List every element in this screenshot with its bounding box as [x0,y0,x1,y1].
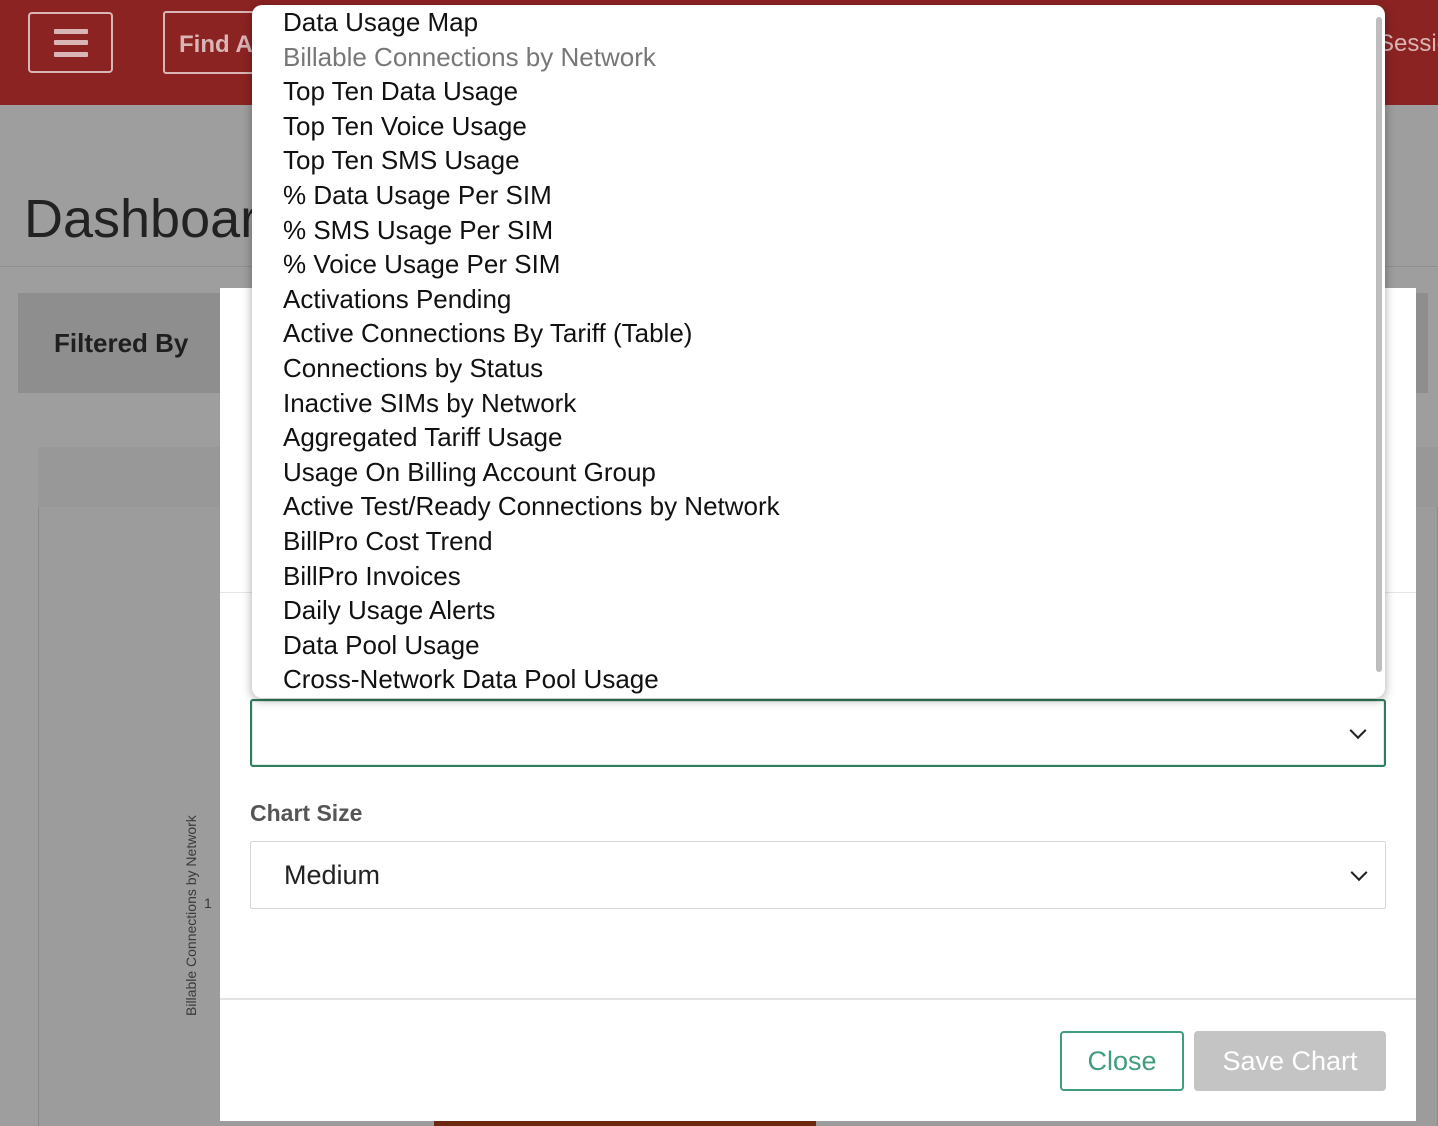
dropdown-option[interactable]: Data Usage Map [252,6,1385,41]
dropdown-option[interactable]: Inactive SIMs by Network [252,387,1385,422]
dropdown-option[interactable]: BillPro Cost Trend [252,525,1385,560]
dropdown-option[interactable]: Activations Pending [252,283,1385,318]
dropdown-option[interactable]: Cross-Network Data Pool Usage [252,663,1385,698]
chart-y-axis-label: Billable Connections by Network [183,815,199,1016]
dropdown-option[interactable]: BillPro Invoices [252,560,1385,595]
dropdown-scrollbar[interactable] [1376,17,1382,672]
modal-footer-divider [220,998,1416,1000]
chart-type-dropdown-list: Data Usage Map Billable Connections by N… [252,5,1385,698]
dropdown-option[interactable]: % SMS Usage Per SIM [252,214,1385,249]
chart-size-select[interactable]: Medium [250,841,1386,909]
dropdown-option[interactable]: Aggregated Tariff Usage [252,421,1385,456]
dropdown-option[interactable]: Data Pool Usage [252,629,1385,664]
session-link[interactable]: Sessio [1378,30,1438,58]
dropdown-option[interactable]: Connections by Status [252,352,1385,387]
save-chart-button[interactable]: Save Chart [1194,1031,1386,1091]
dropdown-option[interactable]: % Voice Usage Per SIM [252,248,1385,283]
dropdown-option[interactable]: % Data Usage Per SIM [252,179,1385,214]
dropdown-option[interactable]: Top Ten Data Usage [252,75,1385,110]
dropdown-option[interactable]: Active Test/Ready Connections by Network [252,490,1385,525]
chevron-down-icon [1349,722,1367,740]
dropdown-option[interactable]: Daily Usage Alerts [252,594,1385,629]
hamburger-icon [53,28,88,57]
menu-button[interactable] [28,12,113,73]
page: Find A Sessio Dashboar Filtered By Billa… [0,0,1438,1126]
chart-type-select[interactable] [250,699,1386,767]
dropdown-option[interactable]: Top Ten SMS Usage [252,144,1385,179]
close-button[interactable]: Close [1060,1031,1184,1091]
page-title: Dashboar [24,189,259,249]
chevron-down-icon [1350,864,1368,882]
dropdown-options: Data Usage Map Billable Connections by N… [252,5,1385,698]
chart-y-tick: 1 [204,895,212,911]
dropdown-option[interactable]: Billable Connections by Network [252,41,1385,76]
dropdown-option[interactable]: Usage On Billing Account Group [252,456,1385,491]
dropdown-option[interactable]: Active Connections By Tariff (Table) [252,317,1385,352]
dropdown-option[interactable]: Top Ten Voice Usage [252,110,1385,145]
chart-size-value: Medium [284,860,381,890]
filtered-by-label: Filtered By [54,328,189,358]
chart-size-label: Chart Size [250,800,363,826]
